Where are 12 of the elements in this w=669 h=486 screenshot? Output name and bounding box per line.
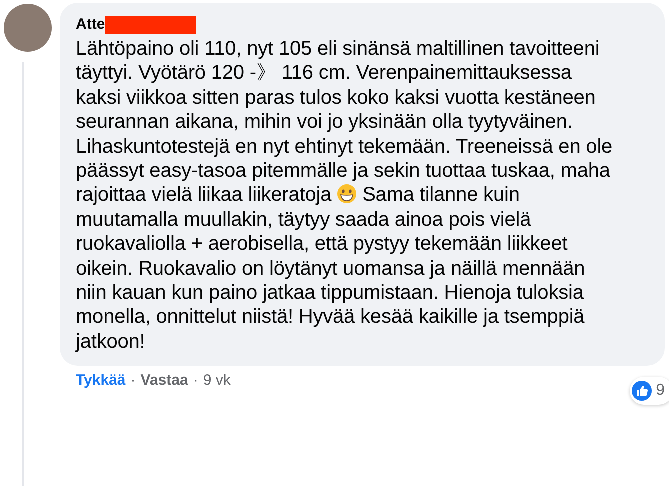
avatar[interactable]: [4, 4, 52, 52]
reaction-badge[interactable]: 9: [630, 376, 669, 405]
like-link[interactable]: Tykkää: [76, 370, 126, 393]
comment-time[interactable]: 9 vk: [203, 370, 231, 393]
author-name[interactable]: Atte: [76, 14, 106, 36]
comment-text: Lähtöpaino oli 110, nyt 105 eli sinänsä maltillinen tavoitteeni täyttyi. Vyötärö 120 -》 116 cm. Verenpainemittauksessa kaksi viikkoa sitten paras tulos koko kaksi vuotta kestäneen seurannan aikana, mihin voi jo yksinään olla tyytyväinen. Lihaskuntotestejä en nyt ehtinyt tekemään. Treeneissä en ole päässyt easy-tasoa pitemmälle ja sekin tuottaa tuskaa, maha rajoittaa vielä liikaa liikeratoja Sama tilanne kuin muutamalla muullakin, täytyy saada ainoa pois vielä ruokavaliolla + aerobisella, että pystyy tekemään liikkeet oikein. Ruokavalio on löytänyt uomansa ja näillä mennään niin kauan kun paino jatkaa tippumistaan. Hienoja tuloksia monella, onnittelut niistä! Hyvää kesää kaikille ja tsemppiä jatkoon!: [76, 37, 614, 354]
reply-link[interactable]: Vastaa: [140, 370, 188, 393]
grinning-face-icon: [337, 184, 358, 204]
separator: ·: [193, 371, 198, 392]
separator: ·: [130, 371, 136, 392]
thumbs-up-icon: [632, 380, 652, 401]
reaction-count: 9: [656, 380, 665, 401]
